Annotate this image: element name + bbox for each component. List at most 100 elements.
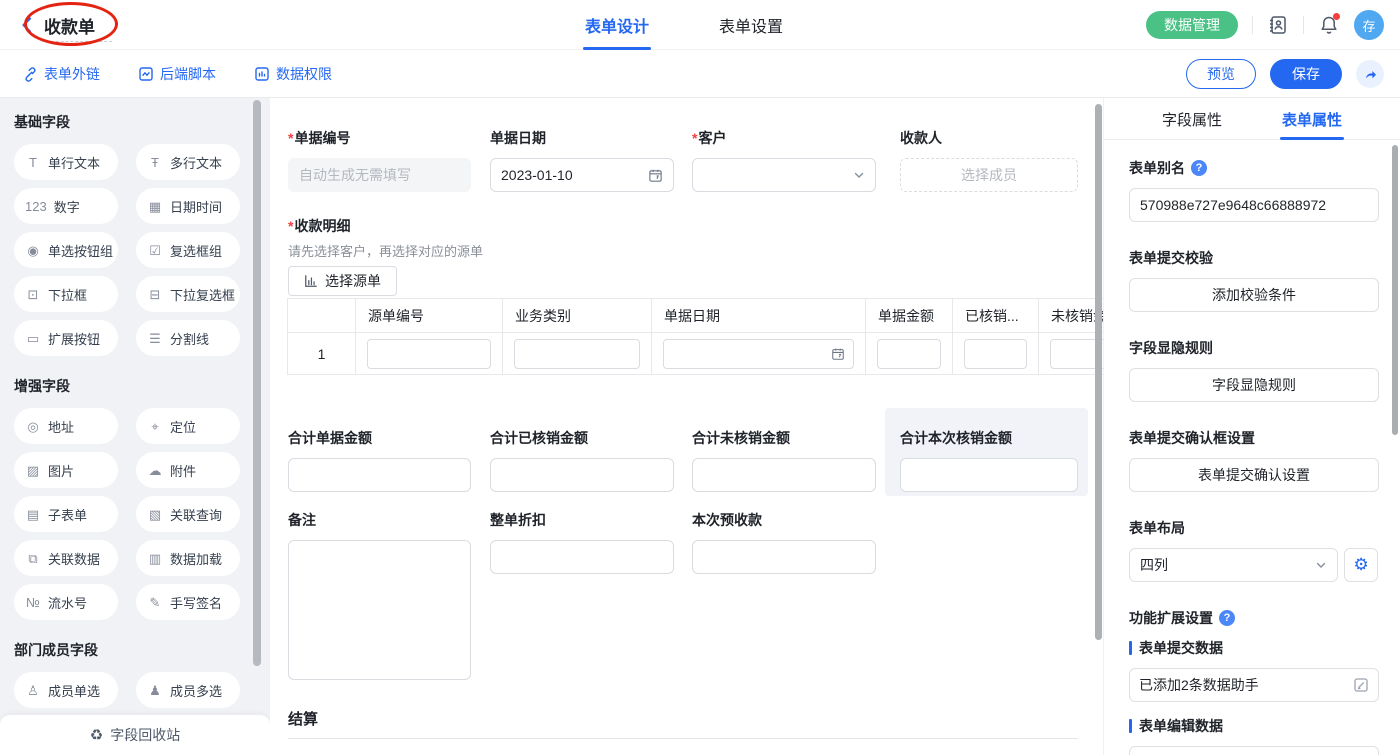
field-pill[interactable]: ▤ 子表单 <box>14 496 118 532</box>
property-panel: 字段属性 表单属性 表单别名 ? 570988e727e9648c6688897… <box>1103 98 1400 755</box>
script-icon <box>138 66 154 82</box>
form-layout-label: 表单布局 <box>1129 518 1378 538</box>
canvas-scrollbar[interactable] <box>1095 104 1102 640</box>
field-type-icon: № <box>25 596 41 609</box>
header-left: 收款单 <box>18 0 95 50</box>
edit-icon[interactable] <box>1353 677 1369 693</box>
customer-select[interactable] <box>692 158 876 192</box>
data-manage-button[interactable]: 数据管理 <box>1146 11 1238 39</box>
permission-icon <box>254 66 270 82</box>
form-alias-input[interactable]: 570988e727e9648c66888972 <box>1129 188 1379 222</box>
field-pill[interactable]: ⧉ 关联数据 <box>14 540 118 576</box>
order-discount-input[interactable] <box>490 540 674 574</box>
field-recycle-bin[interactable]: ♻ 字段回收站 <box>0 715 270 755</box>
field-type-icon: ▧ <box>147 508 163 521</box>
tab-field-properties[interactable]: 字段属性 <box>1160 98 1224 140</box>
notification-bell-icon[interactable] <box>1318 14 1340 36</box>
field-pill[interactable]: ◎ 地址 <box>14 408 118 444</box>
help-icon[interactable]: ? <box>1219 610 1235 626</box>
field-bill-date[interactable]: 单据日期 2023-01-10 <box>490 128 674 192</box>
data-permission-link[interactable]: 数据权限 <box>254 50 332 98</box>
bill-date-input[interactable]: 2023-01-10 <box>490 158 674 192</box>
submit-data-label: 表单提交数据 <box>1129 638 1378 658</box>
field-customer[interactable]: *客户 <box>692 128 876 192</box>
field-pill[interactable]: № 流水号 <box>14 584 118 620</box>
field-pill[interactable]: ♟ 成员多选 <box>136 672 240 708</box>
field-pill[interactable]: ▨ 图片 <box>14 452 118 488</box>
tab-form-properties[interactable]: 表单属性 <box>1280 98 1344 140</box>
submit-confirm-button[interactable]: 表单提交确认设置 <box>1129 458 1379 492</box>
field-type-icon: ☁ <box>147 464 163 477</box>
member-fields-grid: ♙ 成员单选 ♟ 成员多选 <box>14 672 270 708</box>
field-pill[interactable]: ▭ 扩展按钮 <box>14 320 118 356</box>
add-validation-button[interactable]: 添加校验条件 <box>1129 278 1379 312</box>
form-external-link[interactable]: 表单外链 <box>22 50 100 98</box>
row-date-input[interactable] <box>663 339 854 369</box>
written-off-input[interactable] <box>964 339 1027 369</box>
form-toolbar: 表单外链 后端脚本 数据权限 预览 保存 <box>0 50 1400 98</box>
field-type-icon: ◉ <box>25 244 41 257</box>
field-pill[interactable]: ▧ 关联查询 <box>136 496 240 532</box>
field-total-written-off[interactable]: 合计已核销金额 <box>490 428 674 492</box>
field-type-icon: ☰ <box>147 332 163 345</box>
recycle-icon: ♻ <box>90 726 103 744</box>
field-total-bill-amount[interactable]: 合计单据金额 <box>288 428 471 492</box>
field-pill[interactable]: ▥ 数据加载 <box>136 540 240 576</box>
sidebar-scrollbar[interactable] <box>253 100 261 666</box>
field-pill[interactable]: ◉ 单选按钮组 <box>14 232 118 268</box>
chevron-down-icon <box>853 169 865 181</box>
field-advance-payment[interactable]: 本次预收款 <box>692 510 876 574</box>
total-written-off-input[interactable] <box>490 458 674 492</box>
advance-payment-input[interactable] <box>692 540 876 574</box>
field-total-not-written-off[interactable]: 合计未核销金额 <box>692 428 876 492</box>
tab-form-settings[interactable]: 表单设置 <box>717 0 785 50</box>
add-action-button[interactable]: 添加操作 <box>1129 746 1379 755</box>
total-current-write-off-input[interactable] <box>900 458 1078 492</box>
field-bill-number[interactable]: *单据编号 自动生成无需填写 <box>288 128 471 192</box>
field-pill[interactable]: ▦ 日期时间 <box>136 188 240 224</box>
col-business-type: 业务类别 <box>503 299 652 333</box>
field-pill[interactable]: ☰ 分割线 <box>136 320 240 356</box>
field-pill[interactable]: ☁ 附件 <box>136 452 240 488</box>
back-icon[interactable] <box>18 16 36 34</box>
data-helper-box[interactable]: 已添加2条数据助手 <box>1129 668 1379 702</box>
field-pill[interactable]: ☑ 复选框组 <box>136 232 240 268</box>
bill-number-input[interactable]: 自动生成无需填写 <box>288 158 471 192</box>
page-title[interactable]: 收款单 <box>44 13 95 38</box>
field-total-current-write-off[interactable]: 合计本次核销金额 <box>900 428 1078 492</box>
business-type-input[interactable] <box>514 339 640 369</box>
preview-button[interactable]: 预览 <box>1186 59 1256 89</box>
source-number-input[interactable] <box>367 339 491 369</box>
field-pill[interactable]: ✎ 手写签名 <box>136 584 240 620</box>
total-bill-amount-input[interactable] <box>288 458 471 492</box>
backend-script-link[interactable]: 后端脚本 <box>138 50 216 98</box>
payee-member-picker[interactable]: 选择成员 <box>900 158 1078 192</box>
layout-settings-button[interactable]: ⚙ <box>1344 548 1378 582</box>
total-not-written-off-input[interactable] <box>692 458 876 492</box>
save-button[interactable]: 保存 <box>1270 59 1342 89</box>
address-book-icon[interactable] <box>1267 14 1289 36</box>
field-order-discount[interactable]: 整单折扣 <box>490 510 674 574</box>
avatar[interactable]: 存 <box>1354 10 1384 40</box>
toolbar-links: 表单外链 后端脚本 数据权限 <box>22 50 332 98</box>
field-payee[interactable]: 收款人 选择成员 <box>900 128 1078 192</box>
settlement-section-title: 结算 <box>288 708 318 729</box>
field-pill[interactable]: ♙ 成员单选 <box>14 672 118 708</box>
field-pill[interactable]: ⌖ 定位 <box>136 408 240 444</box>
field-pill[interactable]: ⊡ 下拉框 <box>14 276 118 312</box>
tab-form-design[interactable]: 表单设计 <box>583 0 651 50</box>
field-pill[interactable]: T 单行文本 <box>14 144 118 180</box>
field-visibility-button[interactable]: 字段显隐规则 <box>1129 368 1379 402</box>
help-icon[interactable]: ? <box>1191 160 1207 176</box>
share-button[interactable] <box>1356 60 1384 88</box>
field-pill[interactable]: ⊟ 下拉复选框 <box>136 276 240 312</box>
field-pill[interactable]: 123 数字 <box>14 188 118 224</box>
field-pill[interactable]: Ŧ 多行文本 <box>136 144 240 180</box>
bill-amount-input[interactable] <box>877 339 941 369</box>
field-type-icon: ▥ <box>147 552 163 565</box>
layout-select[interactable]: 四列 <box>1129 548 1338 582</box>
field-remark[interactable]: 备注 <box>288 510 471 680</box>
remark-textarea[interactable] <box>288 540 471 680</box>
select-source-button[interactable]: 选择源单 <box>288 266 397 296</box>
panel-scrollbar[interactable] <box>1392 145 1398 435</box>
